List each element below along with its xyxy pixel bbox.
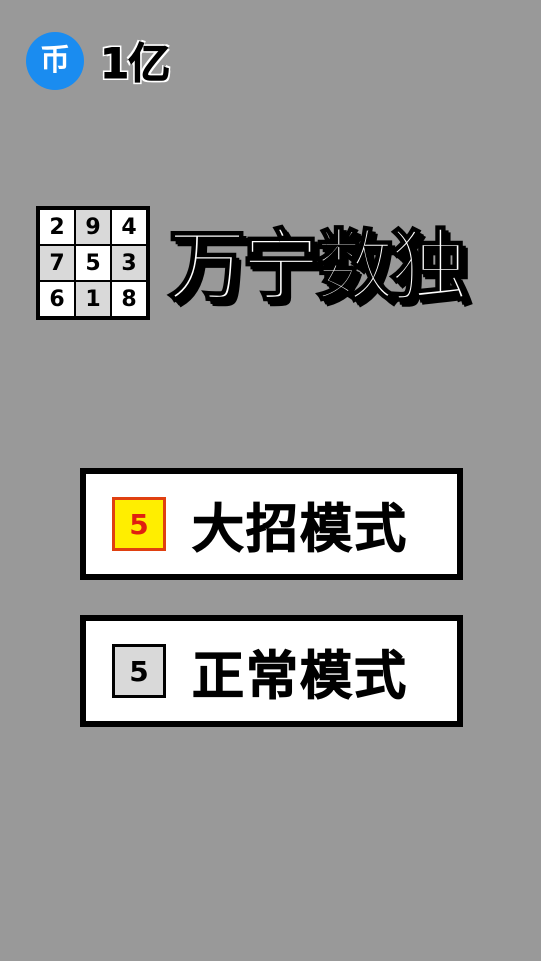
coin-icon: 币 <box>26 31 84 90</box>
grid-cell: 1 <box>75 281 111 317</box>
grid-cell: 8 <box>111 281 147 317</box>
normal-mode-button[interactable]: 5 正常模式 <box>80 615 463 727</box>
currency-display: 币 1亿 <box>26 30 171 91</box>
special-mode-badge: 5 <box>112 497 166 551</box>
coin-amount: 1亿 <box>99 39 170 89</box>
special-mode-label: 大招模式 <box>191 499 409 560</box>
grid-cell: 5 <box>75 245 111 281</box>
game-logo: 294753618 万宁数独 <box>36 206 469 320</box>
grid-cell: 2 <box>39 209 75 245</box>
sudoku-grid-icon: 294753618 <box>36 206 150 320</box>
normal-mode-label: 正常模式 <box>191 646 409 707</box>
game-title: 万宁数独 <box>167 222 469 312</box>
grid-cell: 6 <box>39 281 75 317</box>
grid-cell: 3 <box>111 245 147 281</box>
grid-cell: 4 <box>111 209 147 245</box>
grid-cell: 9 <box>75 209 111 245</box>
special-mode-button[interactable]: 5 大招模式 <box>80 468 463 580</box>
normal-mode-badge: 5 <box>112 644 166 698</box>
grid-cell: 7 <box>39 245 75 281</box>
